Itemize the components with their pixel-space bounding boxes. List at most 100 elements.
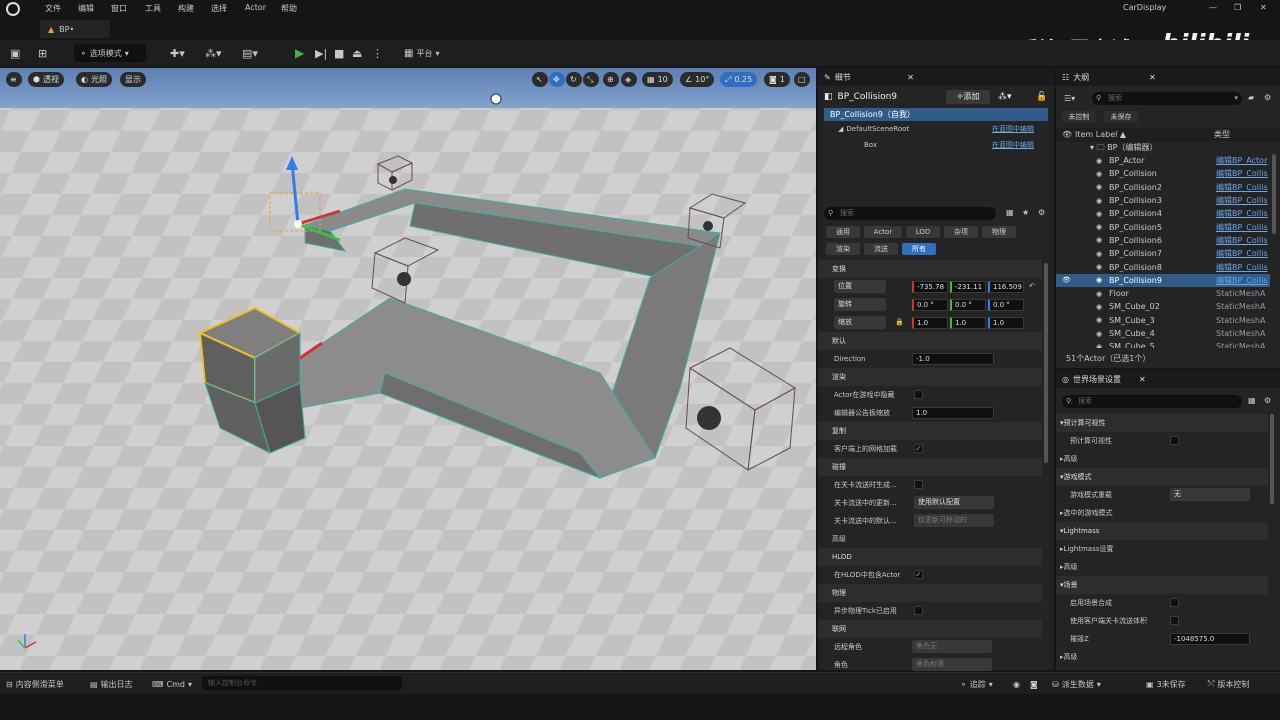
section-transform[interactable]: 变换 — [818, 260, 1042, 278]
outliner-row[interactable]: ◉ BP_Actor 编辑BP_Actor — [1056, 154, 1270, 167]
advanced-row[interactable]: 高级 — [818, 530, 1042, 548]
lock-icon[interactable]: 🔒 — [895, 318, 904, 326]
world-section[interactable]: ▾ Lightmass — [1056, 522, 1268, 540]
console-input[interactable]: 输入控制台命令 — [202, 676, 402, 690]
eye-icon[interactable]: 👁 — [1062, 128, 1072, 142]
outliner-item-type[interactable]: 编辑BP_Collis — [1216, 235, 1268, 246]
world-section[interactable]: ▾ 预计算可视性 — [1056, 414, 1268, 432]
filter-general[interactable]: 通用 — [826, 226, 860, 238]
section-physics[interactable]: 物理 — [818, 584, 1042, 602]
unreal-logo-icon[interactable] — [6, 2, 20, 16]
rotation-z[interactable]: 0.0 ° — [988, 299, 1024, 311]
sun-icon[interactable] — [490, 93, 502, 105]
unsaved-ctrl-chip[interactable]: 未控制 — [1062, 111, 1096, 123]
level-viewport[interactable]: ≡ ⬢ 透视 ◐ 光照 显示 ↖ ✥ ↻ ⤡ ⊕ ◈ ▦ 10 ∠ 10° ⤢ 0.25 … — [0, 68, 816, 670]
world-row[interactable]: ▸ Lightmass设置 — [1056, 540, 1268, 558]
maximize-viewport-icon[interactable]: □ — [794, 72, 810, 87]
outliner-row[interactable]: ◉ SM_Cube_3 StaticMeshA — [1056, 314, 1270, 327]
details-search[interactable]: ⚲ 搜索 — [824, 207, 996, 220]
edit-in-bp-link[interactable]: 在蓝图中编辑 — [992, 140, 1034, 150]
location-dropdown[interactable]: 位置 — [834, 280, 886, 293]
content-drawer-button[interactable]: ⊟ 内容侧滑菜单 — [6, 675, 64, 693]
world-row[interactable]: ▸ 高级 — [1056, 648, 1268, 666]
role-dropdown[interactable]: 角色权限 — [912, 658, 992, 671]
scale-icon[interactable]: ⤡ — [583, 72, 599, 87]
rotation-x[interactable]: 0.0 ° — [912, 299, 948, 311]
reset-icon[interactable]: ↶ — [1029, 282, 1035, 290]
outliner-row[interactable]: ◉ SM_Cube_5 StaticMeshA — [1056, 340, 1270, 348]
scale-x[interactable]: 1.0 — [912, 317, 948, 329]
filter-icon[interactable]: ☰▾ — [1064, 94, 1075, 103]
filter-lod[interactable]: LOD — [906, 226, 940, 238]
world-scrollbar[interactable] — [1270, 414, 1274, 504]
eject-icon[interactable]: ⏏ — [352, 44, 362, 62]
direction-field[interactable]: -1.0 — [912, 353, 994, 365]
outliner-row[interactable]: ◉ BP_Collision5 编辑BP_Collis — [1056, 220, 1270, 233]
world-field[interactable]: -1048575.0 — [1170, 633, 1250, 645]
details-scrollbar[interactable] — [1044, 263, 1048, 463]
outliner-row[interactable]: ◉ Floor StaticMeshA — [1056, 287, 1270, 300]
menu-tools[interactable]: 工具 — [145, 3, 161, 14]
show-button[interactable]: 显示 — [120, 72, 146, 87]
outliner-row[interactable]: ◉ BP_Collision6 编辑BP_Collis — [1056, 234, 1270, 247]
outliner-row[interactable]: ◉ BP_Collision3 编辑BP_Collis — [1056, 194, 1270, 207]
eye-icon[interactable]: 👁 — [1062, 276, 1071, 284]
outliner-item-type[interactable]: 编辑BP_Collis — [1216, 168, 1268, 179]
translate-icon[interactable]: ✥ — [549, 72, 565, 87]
filter-actor[interactable]: Actor — [864, 226, 902, 238]
location-y[interactable]: -231.11 — [950, 281, 986, 293]
col-type[interactable]: 类型 — [1214, 128, 1230, 142]
scale-y[interactable]: 1.0 — [950, 317, 986, 329]
outliner-item-type[interactable]: 编辑BP_Actor — [1216, 155, 1268, 166]
grid-view-icon[interactable]: ▦ — [1006, 208, 1014, 217]
gen-checkbox[interactable] — [914, 480, 923, 489]
rotation-dropdown[interactable]: 旋转 — [834, 298, 886, 311]
scale-dropdown[interactable]: 缩放 — [834, 316, 886, 329]
location-z[interactable]: 116.509 — [988, 281, 1024, 293]
remote-dropdown[interactable]: 角色无 — [912, 640, 992, 653]
filter-misc[interactable]: 杂项 — [944, 226, 978, 238]
menu-window[interactable]: 窗口 — [111, 3, 127, 14]
step-icon[interactable]: ▶| — [315, 44, 327, 62]
update-dropdown[interactable]: 使用默认配置 — [914, 496, 994, 509]
close-icon[interactable]: ✕ — [1139, 375, 1146, 384]
col-label[interactable]: Item Label ▲ — [1075, 128, 1126, 142]
rotation-y[interactable]: 0.0 ° — [950, 299, 986, 311]
menu-help[interactable]: 帮助 — [281, 3, 297, 14]
async-checkbox[interactable] — [914, 606, 923, 615]
world-dropdown[interactable]: 无 — [1170, 488, 1250, 501]
scale-snap-button[interactable]: ⤢ 0.25 — [720, 72, 758, 87]
cmd-dropdown[interactable]: ⌨ Cmd ▾ — [152, 675, 192, 693]
camera-icon[interactable]: ◙ — [1030, 675, 1038, 693]
world-checkbox[interactable] — [1170, 598, 1179, 607]
play-icon[interactable]: ▶ — [295, 44, 304, 62]
settings-icon[interactable]: ⚙ — [1264, 396, 1271, 405]
world-row[interactable]: ▸ 选中的游戏模式 — [1056, 504, 1268, 522]
world-row[interactable]: ▸ 高级 — [1056, 450, 1268, 468]
outliner-item-type[interactable]: 编辑BP_Collis — [1216, 275, 1268, 286]
component-root[interactable]: ◢ DefaultSceneRoot 在蓝图中编辑 — [818, 121, 1054, 137]
menu-actor[interactable]: Actor — [245, 3, 266, 12]
add-component-button[interactable]: ✚添加 — [946, 90, 990, 104]
mode-dropdown[interactable]: ⚬ 选项模式 ▾ — [74, 44, 146, 62]
folder-add-icon[interactable]: ▰ — [1248, 93, 1254, 102]
cinematics-icon[interactable]: ▤▾ — [242, 44, 258, 62]
world-search[interactable]: ⚲ 搜索 — [1062, 395, 1242, 408]
unsaved-button[interactable]: ▣ 3未保存 — [1146, 675, 1186, 693]
stop-icon[interactable]: ■ — [334, 44, 344, 62]
net-load-checkbox[interactable]: ✓ — [914, 444, 923, 453]
outliner-scrollbar[interactable] — [1272, 154, 1276, 234]
blueprint-icon[interactable]: ⁂▾ — [205, 44, 222, 62]
record-icon[interactable]: ◉ — [1013, 675, 1020, 693]
hlod-checkbox[interactable]: ✓ — [914, 570, 923, 579]
add-actor-icon[interactable]: ✚▾ — [170, 44, 185, 62]
section-default[interactable]: 默认 — [818, 332, 1042, 350]
rotation-snap-button[interactable]: ∠ 10° — [680, 72, 715, 87]
world-section[interactable]: ▾ 场景 — [1056, 576, 1268, 594]
level-tab[interactable]: ▲ BP• — [40, 20, 110, 38]
outliner-row[interactable]: ◉ SM_Cube_02 StaticMeshA — [1056, 300, 1270, 313]
world-checkbox[interactable] — [1170, 436, 1179, 445]
component-self[interactable]: BP_Collision9（自我） — [824, 108, 1048, 121]
outliner-item-type[interactable]: 编辑BP_Collis — [1216, 195, 1268, 206]
select-mode-icon[interactable]: ↖ — [532, 72, 548, 87]
